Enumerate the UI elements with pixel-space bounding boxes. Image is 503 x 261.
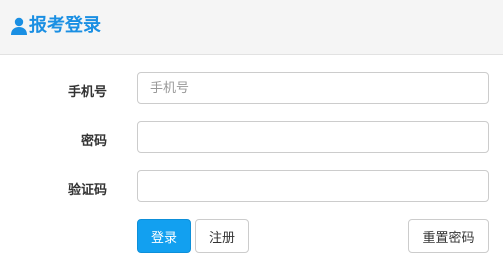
- reset-password-button[interactable]: 重置密码: [408, 219, 489, 253]
- panel-title-text: 报考登录: [29, 15, 101, 36]
- login-button[interactable]: 登录: [137, 219, 191, 253]
- phone-label: 手机号: [67, 85, 107, 100]
- register-button[interactable]: 注册: [195, 219, 249, 253]
- password-input[interactable]: [137, 121, 489, 153]
- captcha-input[interactable]: [137, 170, 489, 202]
- panel-header: 报考登录: [0, 0, 503, 55]
- login-panel: 报考登录 手机号 密码 验证码 登录 注册 重置密码: [0, 0, 503, 261]
- captcha-label: 验证码: [67, 183, 107, 198]
- phone-input[interactable]: [137, 72, 489, 104]
- password-label: 密码: [80, 134, 107, 149]
- panel-title: 报考登录: [10, 13, 101, 39]
- user-icon: [10, 17, 28, 35]
